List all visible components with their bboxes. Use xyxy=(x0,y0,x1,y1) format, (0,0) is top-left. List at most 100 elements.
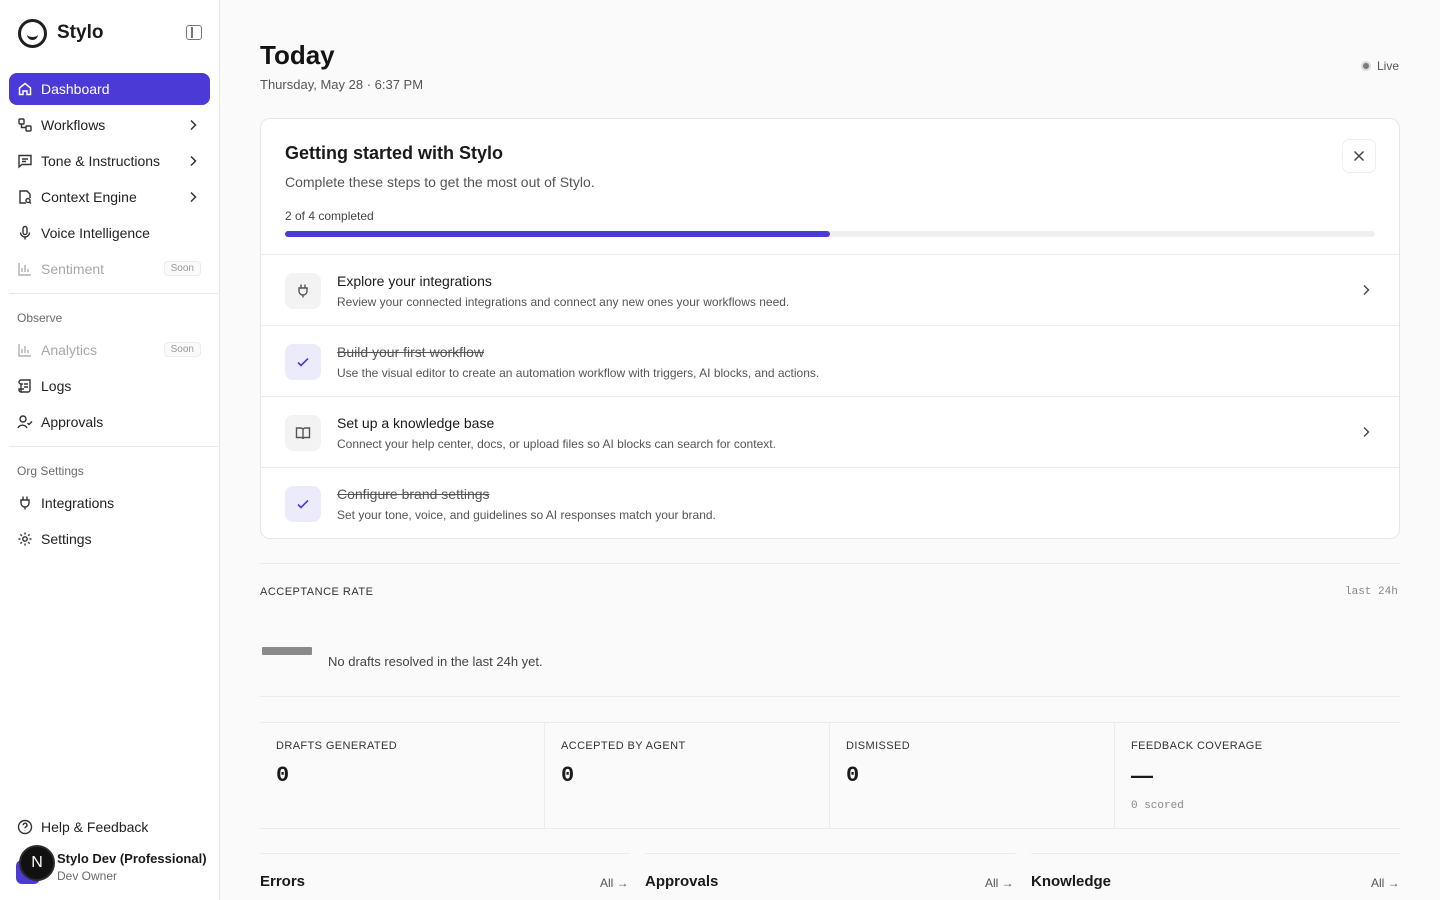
workflow-icon xyxy=(17,117,33,133)
sidebar-item-label: Analytics xyxy=(41,342,98,358)
stat-label: ACCEPTED BY AGENT xyxy=(561,740,686,752)
sidebar-item-analytics: Analytics Soon xyxy=(9,334,210,366)
sidebar-item-label: Integrations xyxy=(41,495,115,511)
sidebar-divider xyxy=(9,446,218,447)
step-description: Set your tone, voice, and guidelines so … xyxy=(337,508,716,522)
section-divider xyxy=(1031,853,1400,854)
panel-title-knowledge: Knowledge xyxy=(1031,873,1112,890)
errors-all-link[interactable]: All → xyxy=(600,876,629,890)
sidebar-item-label: Sentiment xyxy=(41,261,105,277)
avatar: N xyxy=(19,845,55,881)
sidebar-item-approvals[interactable]: Approvals xyxy=(9,406,210,438)
sidebar-item-label: Settings xyxy=(41,531,92,547)
close-button[interactable] xyxy=(1342,139,1376,173)
section-divider xyxy=(260,696,1400,697)
stat-value: 0 xyxy=(846,763,860,788)
panel-title-approvals: Approvals xyxy=(645,873,719,890)
live-dot-icon xyxy=(1361,61,1371,71)
sidebar-item-integrations[interactable]: Integrations xyxy=(9,487,210,519)
plug-icon xyxy=(285,273,321,309)
progress-label: 2 of 4 completed xyxy=(285,209,374,223)
card-title: Getting started with Stylo xyxy=(285,143,504,163)
sidebar-toggle-icon[interactable] xyxy=(186,25,202,40)
sidebar-item-logs[interactable]: Logs xyxy=(9,370,210,402)
stat-value: 0 xyxy=(561,763,575,788)
user-check-icon xyxy=(17,414,33,430)
step-title: Set up a knowledge base xyxy=(337,415,495,431)
chevron-right-icon xyxy=(190,119,197,131)
card-subtitle: Complete these steps to get the most out… xyxy=(285,174,595,190)
stat-value: 0 xyxy=(276,763,290,788)
scroll-icon xyxy=(17,378,33,394)
user-role: Dev Owner xyxy=(57,869,118,883)
step-description: Use the visual editor to create an autom… xyxy=(337,366,820,380)
section-label-observe: Observe xyxy=(17,311,63,325)
chevron-right-icon xyxy=(1363,427,1370,437)
stat-label: FEEDBACK COVERAGE xyxy=(1131,740,1263,752)
step-description: Connect your help center, docs, or uploa… xyxy=(337,437,776,451)
sidebar-item-label: Voice Intelligence xyxy=(41,225,150,241)
check-icon xyxy=(285,344,321,380)
step-description: Review your connected integrations and c… xyxy=(337,295,790,309)
brand-name: Stylo xyxy=(57,22,104,43)
sidebar-item-label: Context Engine xyxy=(41,189,137,205)
sidebar-item-help-feedback[interactable]: Help & Feedback xyxy=(9,811,210,843)
progress-fill xyxy=(285,231,830,237)
progress-bar xyxy=(285,231,1375,237)
section-divider xyxy=(260,563,1400,564)
panel-title-errors: Errors xyxy=(260,873,306,890)
page-title: Today xyxy=(260,40,335,70)
sidebar-item-label: Dashboard xyxy=(41,81,110,97)
sidebar-item-sentiment: Sentiment Soon xyxy=(9,253,210,285)
sidebar-divider xyxy=(9,293,218,294)
stat-dismissed: DISMISSED 0 xyxy=(830,723,1115,829)
sidebar-item-tone-instructions[interactable]: Tone & Instructions xyxy=(9,145,210,177)
stylo-logo-icon xyxy=(18,18,47,48)
acceptance-rate-heading: ACCEPTANCE RATE xyxy=(260,586,374,598)
soon-badge: Soon xyxy=(163,342,201,357)
approvals-all-link[interactable]: All → xyxy=(985,876,1014,890)
page-date: Thursday, May 28 · 6:37 PM xyxy=(260,77,424,92)
sidebar-item-label: Logs xyxy=(41,378,72,394)
step-knowledge-base[interactable]: Set up a knowledge base Connect your hel… xyxy=(261,396,1399,467)
step-title: Build your first workflow xyxy=(337,344,485,360)
stat-feedback-coverage: FEEDBACK COVERAGE — 0 scored xyxy=(1115,723,1400,829)
sidebar-item-settings[interactable]: Settings xyxy=(9,523,210,555)
sidebar-item-dashboard[interactable]: Dashboard xyxy=(9,73,210,105)
gear-icon xyxy=(17,531,33,547)
bar-chart-icon xyxy=(17,342,33,358)
close-icon xyxy=(1353,150,1365,162)
brand[interactable]: Stylo xyxy=(18,18,103,48)
home-icon xyxy=(17,81,33,97)
sidebar-item-workflows[interactable]: Workflows xyxy=(9,109,210,141)
stat-accepted-by-agent: ACCEPTED BY AGENT 0 xyxy=(545,723,830,829)
plug-icon xyxy=(17,495,33,511)
chevron-right-icon xyxy=(1363,285,1370,295)
check-icon xyxy=(285,486,321,522)
section-label-org-settings: Org Settings xyxy=(17,464,84,478)
step-title: Configure brand settings xyxy=(337,486,490,502)
stats-row: DRAFTS GENERATED 0 ACCEPTED BY AGENT 0 D… xyxy=(260,722,1400,829)
stat-note: 0 scored xyxy=(1131,800,1184,812)
section-divider xyxy=(645,853,1015,854)
stat-label: DISMISSED xyxy=(846,740,911,752)
sidebar: Stylo Dashboard Workflows Tone & Instruc… xyxy=(0,0,220,900)
help-circle-icon xyxy=(17,819,33,835)
step-explore-integrations[interactable]: Explore your integrations Review your co… xyxy=(261,254,1399,325)
sidebar-item-context-engine[interactable]: Context Engine xyxy=(9,181,210,213)
step-title: Explore your integrations xyxy=(337,273,492,289)
getting-started-card: Getting started with Stylo Complete thes… xyxy=(260,118,1400,539)
sidebar-item-label: Approvals xyxy=(41,414,104,430)
user-menu[interactable]: N Stylo Dev (Professional) Dev Owner xyxy=(16,844,216,884)
search-doc-icon xyxy=(17,189,33,205)
sidebar-item-voice-intelligence[interactable]: Voice Intelligence xyxy=(9,217,210,249)
live-indicator: Live xyxy=(1361,59,1399,73)
chevron-right-icon xyxy=(190,191,197,203)
acceptance-range: last 24h xyxy=(1345,586,1398,598)
knowledge-all-link[interactable]: All → xyxy=(1371,876,1400,890)
mic-icon xyxy=(17,225,33,241)
step-build-first-workflow[interactable]: Build your first workflow Use the visual… xyxy=(261,325,1399,396)
stat-label: DRAFTS GENERATED xyxy=(276,740,398,752)
step-brand-settings[interactable]: Configure brand settings Set your tone, … xyxy=(261,467,1399,538)
stat-drafts-generated: DRAFTS GENERATED 0 xyxy=(260,723,545,829)
